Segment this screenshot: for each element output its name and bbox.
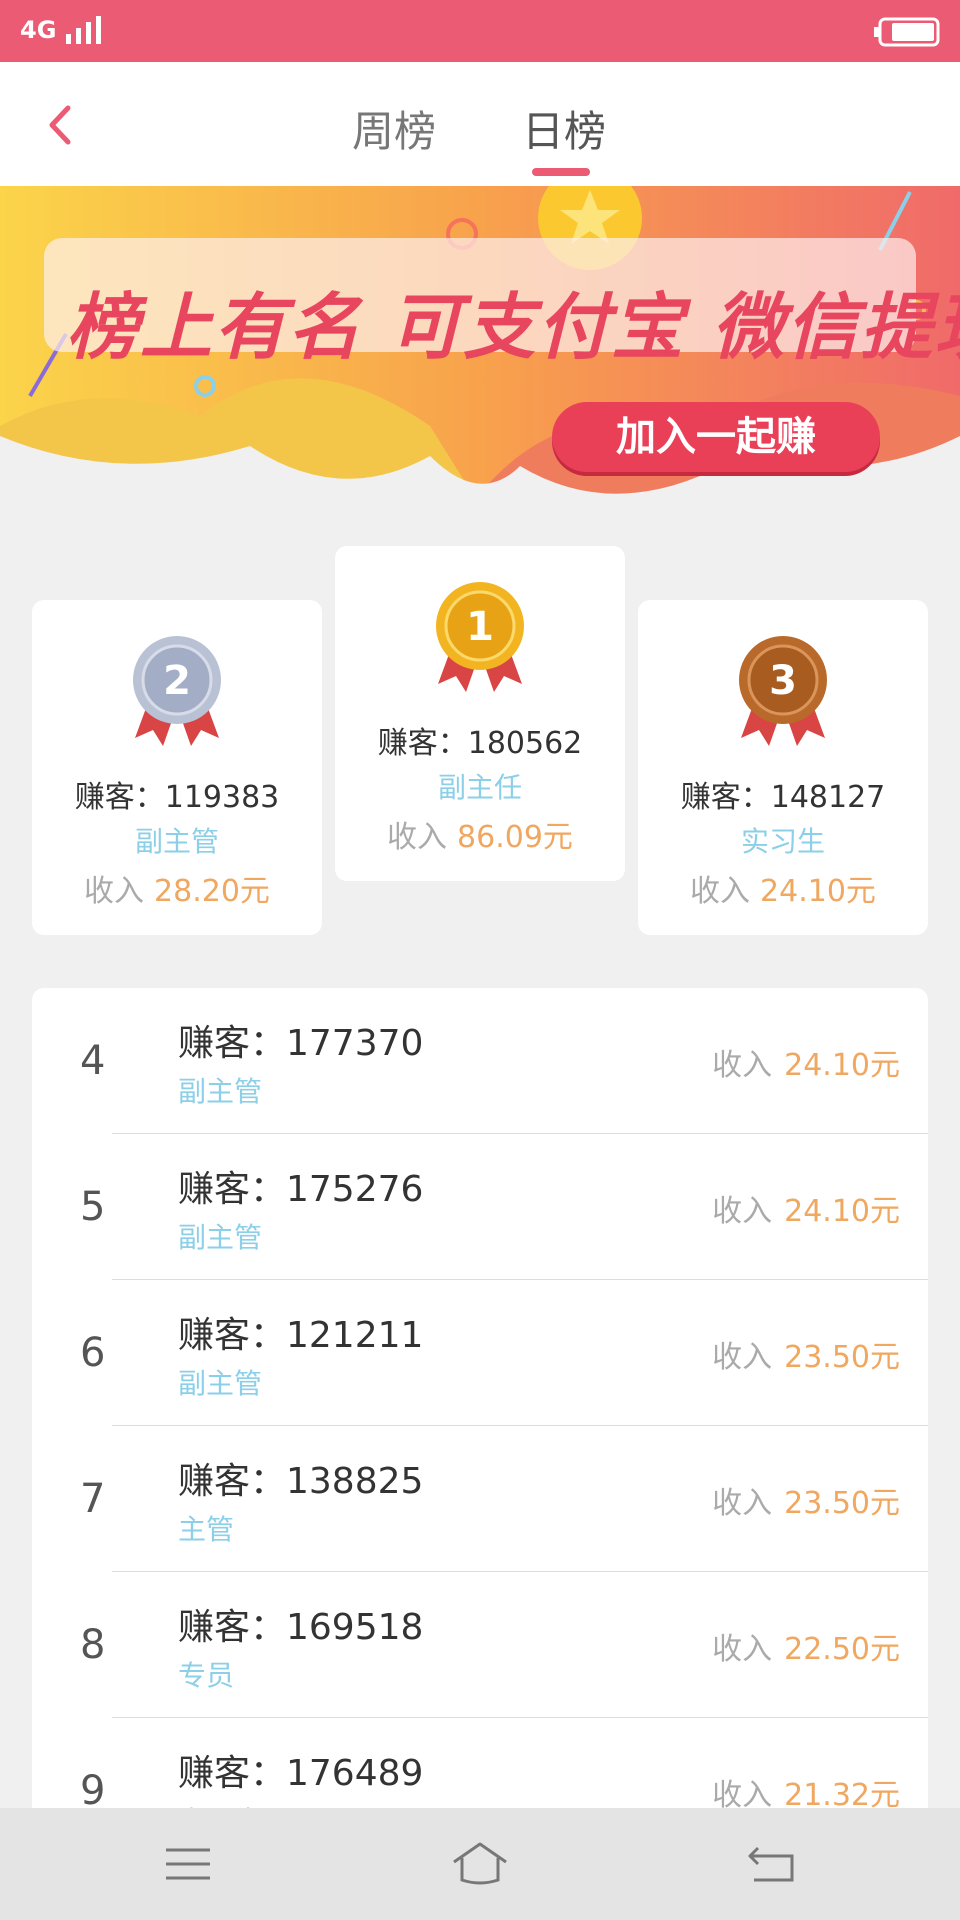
user-name: 赚客：121211 — [178, 1315, 424, 1356]
income-label: 收入 — [84, 874, 145, 909]
medal-rank-number: 3 — [769, 658, 797, 704]
list-item[interactable]: 6 赚客：121211 副主管 收入 23.50元 — [32, 1280, 928, 1426]
tab-daily[interactable]: 日榜 — [522, 98, 606, 159]
podium-card-rank-2[interactable]: 2 赚客：119383 副主管 收入 28.20元 — [32, 600, 322, 935]
rank-number: 4 — [80, 1038, 106, 1084]
podium-level: 副主管 — [134, 825, 219, 858]
podium-card-rank-3[interactable]: 3 赚客：148127 实习生 收入 24.10元 — [638, 600, 928, 935]
silver-medal-icon: 2 — [133, 636, 221, 746]
banner-title: 榜上有名 可支付宝 微信提现 — [66, 285, 960, 369]
user-name: 赚客：177370 — [178, 1023, 424, 1064]
rank-number: 8 — [80, 1622, 106, 1668]
list-item[interactable]: 5 赚客：175276 副主管 收入 24.10元 — [32, 1134, 928, 1280]
podium-level: 实习生 — [740, 825, 825, 858]
income-label: 收入 — [712, 1778, 773, 1808]
system-back-icon[interactable] — [742, 1838, 802, 1890]
signal-icon — [66, 16, 101, 44]
income-amount: 28.20元 — [154, 874, 270, 909]
podium-name: 赚客：119383 — [74, 780, 280, 815]
user-name: 赚客：138825 — [178, 1461, 424, 1502]
podium-card-rank-1[interactable]: 1 赚客：180562 副主任 收入 86.09元 — [335, 546, 625, 881]
user-level: 专员 — [178, 1659, 235, 1692]
income-label: 收入 — [690, 874, 751, 909]
rank-number: 7 — [80, 1476, 106, 1522]
user-name: 赚客：176489 — [178, 1753, 424, 1794]
podium-income: 收入 24.10元 — [638, 866, 928, 910]
income-amount: 86.09元 — [457, 820, 573, 855]
list-item[interactable]: 8 赚客：169518 专员 收入 22.50元 — [32, 1572, 928, 1718]
podium-name: 赚客：180562 — [377, 726, 583, 761]
user-income: 收入 22.50元 — [712, 1624, 900, 1668]
medal-rank-number: 2 — [163, 658, 191, 704]
rank-number: 9 — [80, 1768, 106, 1808]
active-tab-indicator — [532, 168, 590, 176]
gold-medal-icon: 1 — [436, 582, 524, 692]
user-level: 副主管 — [178, 1367, 263, 1400]
rank-number: 6 — [80, 1330, 106, 1376]
user-income: 收入 23.50元 — [712, 1332, 900, 1376]
income-label: 收入 — [712, 1340, 773, 1375]
list-item[interactable]: 4 赚客：177370 副主管 收入 24.10元 — [32, 988, 928, 1134]
home-icon[interactable] — [450, 1838, 510, 1890]
back-arrow-icon[interactable] — [40, 100, 84, 150]
user-name: 赚客：169518 — [178, 1607, 424, 1648]
income-label: 收入 — [712, 1486, 773, 1521]
bronze-medal-icon: 3 — [739, 636, 827, 746]
income-amount: 24.10元 — [760, 874, 876, 909]
user-level: 副主管 — [178, 1221, 263, 1254]
medal-rank-number: 1 — [466, 604, 494, 650]
income-amount: 24.10元 — [784, 1048, 900, 1083]
battery-icon — [874, 17, 940, 47]
user-income: 收入 24.10元 — [712, 1040, 900, 1084]
user-level: 主管 — [178, 1513, 235, 1546]
podium-income: 收入 28.20元 — [32, 866, 322, 910]
rank-number: 5 — [80, 1184, 106, 1230]
header: 周榜 日榜 — [0, 62, 960, 186]
user-level: 副主管 — [178, 1075, 263, 1108]
user-name: 赚客：175276 — [178, 1169, 424, 1210]
user-level: 实习生 — [178, 1800, 262, 1808]
network-type: 4G — [20, 16, 57, 44]
podium-income: 收入 86.09元 — [335, 812, 625, 856]
income-amount: 23.50元 — [784, 1486, 900, 1521]
join-earn-button[interactable]: 加入一起赚 — [552, 402, 880, 472]
system-nav-bar — [0, 1808, 960, 1920]
income-amount: 22.50元 — [784, 1632, 900, 1667]
income-amount: 21.32元 — [784, 1778, 900, 1808]
income-amount: 24.10元 — [784, 1194, 900, 1229]
user-income: 收入 21.32元 — [712, 1770, 900, 1808]
user-income: 收入 24.10元 — [712, 1186, 900, 1230]
podium-name: 赚客：148127 — [680, 780, 886, 815]
income-label: 收入 — [387, 820, 448, 855]
podium-level: 副主任 — [437, 771, 522, 804]
income-label: 收入 — [712, 1048, 773, 1083]
menu-icon[interactable] — [158, 1838, 218, 1890]
promo-banner[interactable]: 榜上有名 可支付宝 微信提现 加入一起赚 — [0, 186, 960, 506]
user-income: 收入 23.50元 — [712, 1478, 900, 1522]
income-amount: 23.50元 — [784, 1340, 900, 1375]
income-label: 收入 — [712, 1632, 773, 1667]
list-item[interactable]: 9 赚客：176489 实习生 收入 21.32元 — [32, 1718, 928, 1808]
tab-weekly[interactable]: 周榜 — [352, 98, 436, 159]
ranking-list[interactable]: 4 赚客：177370 副主管 收入 24.10元 5 赚客：175276 副主管… — [32, 988, 928, 1808]
status-bar: 4G — [0, 0, 960, 62]
income-label: 收入 — [712, 1194, 773, 1229]
list-item[interactable]: 7 赚客：138825 主管 收入 23.50元 — [32, 1426, 928, 1572]
